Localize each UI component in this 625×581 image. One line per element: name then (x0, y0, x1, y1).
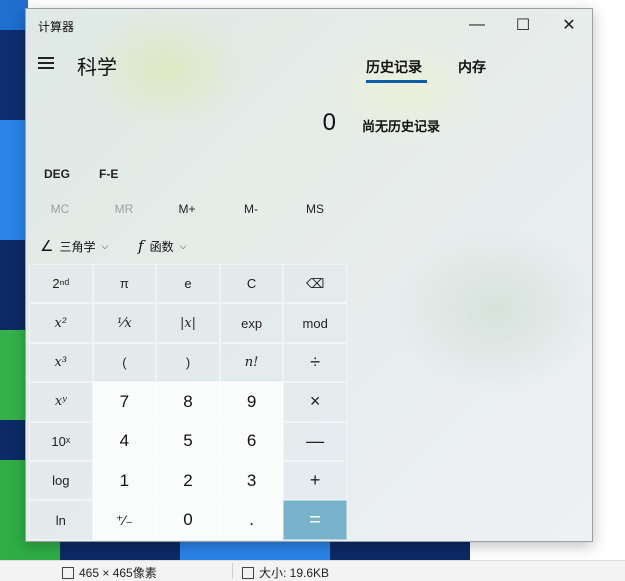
equals-key[interactable]: = (283, 500, 347, 540)
display-value: 0 (322, 109, 336, 136)
digit-6-key[interactable]: 6 (219, 421, 284, 461)
window-title: 计算器 (38, 20, 75, 34)
backspace-key[interactable]: ⌫ (283, 264, 347, 304)
multiply-key[interactable]: × (283, 382, 347, 422)
function-dropdown[interactable]: f 函数 ⌵ (138, 237, 186, 255)
trig-icon: ∠ (40, 238, 54, 255)
add-key[interactable]: + (283, 460, 347, 501)
title-bar[interactable]: 计算器 — ☐ ✕ (26, 9, 592, 43)
digit-3-key[interactable]: 3 (219, 460, 284, 501)
negate-key[interactable]: ⁺⁄₋ (92, 500, 157, 540)
mod-key[interactable]: mod (283, 303, 347, 343)
history-empty-message: 尚无历史记录 (362, 119, 441, 134)
ms-button[interactable]: MS (283, 202, 347, 216)
digit-7-key[interactable]: 7 (92, 382, 157, 422)
status-bar: 465 × 465像素 大小: 19.6KB (0, 560, 625, 581)
background-image-bottom (0, 540, 470, 560)
ten-power-key[interactable]: 10ˣ (29, 421, 93, 461)
power-key[interactable]: xʸ (29, 382, 93, 422)
e-key[interactable]: e (156, 264, 220, 304)
dimensions-text: 465 × 465像素 (79, 566, 157, 580)
deg-button[interactable]: DEG (44, 167, 70, 181)
digit-0-key[interactable]: 0 (156, 500, 220, 540)
chevron-down-icon: ⌵ (101, 240, 109, 251)
active-tab-indicator (366, 80, 427, 83)
divide-key[interactable]: ÷ (283, 342, 347, 383)
maximize-button[interactable]: ☐ (500, 9, 546, 41)
reciprocal-key[interactable]: ¹⁄x (92, 303, 157, 343)
trig-dropdown[interactable]: ∠ 三角学 ⌵ (40, 237, 108, 255)
exp-key[interactable]: exp (219, 303, 284, 343)
hamburger-menu-icon[interactable] (38, 57, 54, 69)
calculator-window: 计算器 — ☐ ✕ 科学 历史记录 内存 0 尚无历史记录 DEG F-E MC… (25, 8, 593, 542)
keypad: 2ⁿᵈ π e C ⌫ x² ¹⁄x |x| exp mod x³ ( ) n!… (29, 264, 347, 540)
clear-key[interactable]: C (219, 264, 284, 304)
function-label: 函数 (149, 239, 174, 254)
ln-key[interactable]: ln (29, 500, 93, 540)
save-icon (242, 566, 254, 579)
tab-history[interactable]: 历史记录 (366, 57, 422, 77)
square-key[interactable]: x² (29, 303, 93, 343)
close-paren-key[interactable]: ) (156, 342, 220, 383)
abs-key[interactable]: |x| (156, 303, 220, 343)
open-paren-key[interactable]: ( (92, 342, 157, 383)
close-button[interactable]: ✕ (546, 9, 592, 41)
mc-button[interactable]: MC (28, 202, 92, 216)
subtract-key[interactable]: — (283, 421, 347, 461)
digit-1-key[interactable]: 1 (92, 460, 157, 501)
size-status: 大小: 19.6KB (242, 564, 329, 581)
status-divider (232, 563, 233, 579)
digit-4-key[interactable]: 4 (92, 421, 157, 461)
log-key[interactable]: log (29, 460, 93, 501)
factorial-key[interactable]: n! (219, 342, 284, 383)
digit-9-key[interactable]: 9 (219, 382, 284, 422)
trig-label: 三角学 (59, 239, 96, 254)
fe-button[interactable]: F-E (99, 167, 118, 181)
second-key[interactable]: 2ⁿᵈ (29, 264, 93, 304)
decimal-key[interactable]: . (219, 500, 284, 540)
digit-5-key[interactable]: 5 (156, 421, 220, 461)
function-icon: f (138, 237, 144, 255)
digit-8-key[interactable]: 8 (156, 382, 220, 422)
size-text: 大小: 19.6KB (259, 566, 330, 580)
mode-title: 科学 (77, 57, 117, 79)
pi-key[interactable]: π (92, 264, 157, 304)
dimensions-status: 465 × 465像素 (62, 564, 157, 581)
mr-button[interactable]: MR (92, 202, 156, 216)
chevron-down-icon: ⌵ (179, 240, 187, 251)
minimize-button[interactable]: — (454, 9, 500, 41)
cube-key[interactable]: x³ (29, 342, 93, 383)
background-image-left (0, 0, 28, 560)
digit-2-key[interactable]: 2 (156, 460, 220, 501)
m-plus-button[interactable]: M+ (155, 202, 219, 216)
tab-memory[interactable]: 内存 (458, 57, 486, 77)
m-minus-button[interactable]: M- (219, 202, 283, 216)
dimensions-icon (62, 566, 74, 579)
